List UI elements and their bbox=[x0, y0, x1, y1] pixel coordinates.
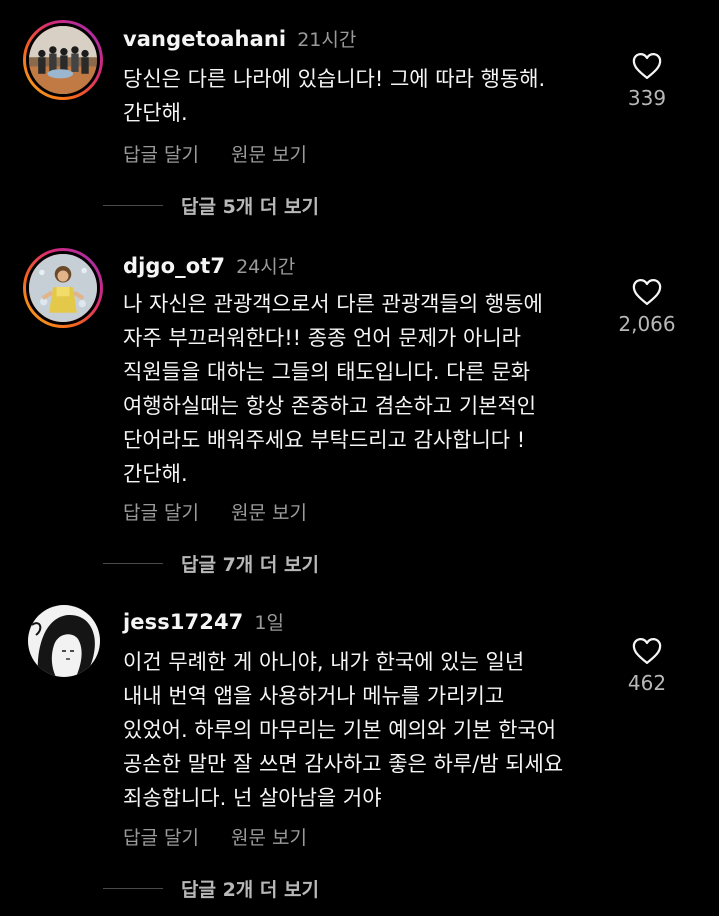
timestamp: 1일 bbox=[254, 612, 284, 634]
comment-header: vangetoahani 21시간 bbox=[123, 25, 356, 52]
comment-text: 나 자신은 관광객으로서 다른 관광객들의 행동에 자주 부끄러워한다!! 종종… bbox=[123, 292, 543, 486]
username[interactable]: vangetoahani bbox=[123, 27, 286, 51]
view-more-replies-label[interactable]: 답글 7개 더 보기 bbox=[181, 550, 319, 577]
reply-button[interactable]: 답글 달기 bbox=[123, 140, 199, 167]
view-more-replies[interactable]: 답글 2개 더 보기 bbox=[103, 875, 319, 902]
username[interactable]: djgo_ot7 bbox=[123, 254, 225, 278]
comment-text: 이건 무례한 게 아니야, 내가 한국에 있는 일년 내내 번역 앱을 사용하거… bbox=[123, 650, 564, 810]
figure-photo-icon bbox=[29, 254, 97, 322]
see-original-button[interactable]: 원문 보기 bbox=[231, 823, 307, 850]
view-more-replies-label[interactable]: 답글 5개 더 보기 bbox=[181, 192, 319, 219]
timestamp: 24시간 bbox=[236, 256, 296, 278]
divider-line bbox=[103, 563, 163, 564]
avatar-image bbox=[26, 23, 100, 97]
see-original-button[interactable]: 원문 보기 bbox=[231, 498, 307, 525]
sketch-portrait-icon bbox=[28, 605, 100, 677]
comment-actions: 답글 달기 원문 보기 bbox=[123, 498, 307, 525]
divider-line bbox=[103, 205, 163, 206]
comment-actions: 답글 달기 원문 보기 bbox=[123, 823, 307, 850]
heart-outline-icon[interactable] bbox=[632, 52, 662, 80]
like-control: 2,066 bbox=[607, 278, 687, 336]
avatar-image bbox=[28, 605, 100, 677]
divider-line bbox=[103, 888, 163, 889]
view-more-replies[interactable]: 답글 7개 더 보기 bbox=[103, 550, 319, 577]
reply-button[interactable]: 답글 달기 bbox=[123, 823, 199, 850]
like-control: 462 bbox=[607, 637, 687, 695]
heart-outline-icon[interactable] bbox=[632, 637, 662, 665]
comment-header: jess17247 1일 bbox=[123, 608, 284, 635]
like-count: 339 bbox=[627, 86, 667, 110]
like-count: 2,066 bbox=[618, 312, 676, 336]
view-more-replies-label[interactable]: 답글 2개 더 보기 bbox=[181, 875, 319, 902]
avatar-image bbox=[26, 251, 100, 325]
avatar-jess17247[interactable] bbox=[28, 605, 100, 677]
reply-button[interactable]: 답글 달기 bbox=[123, 498, 199, 525]
comment-header: djgo_ot7 24시간 bbox=[123, 252, 295, 279]
avatar-djgo_ot7[interactable] bbox=[23, 248, 103, 328]
heart-outline-icon[interactable] bbox=[632, 278, 662, 306]
avatar-vangetoahani[interactable] bbox=[23, 20, 103, 100]
view-more-replies[interactable]: 답글 5개 더 보기 bbox=[103, 192, 319, 219]
like-count: 462 bbox=[627, 671, 667, 695]
comment-text: 당신은 다른 나라에 있습니다! 그에 따라 행동해. 간단해. bbox=[123, 67, 546, 125]
see-original-button[interactable]: 원문 보기 bbox=[231, 140, 307, 167]
group-photo-icon bbox=[29, 26, 97, 94]
comment-actions: 답글 달기 원문 보기 bbox=[123, 140, 307, 167]
username[interactable]: jess17247 bbox=[123, 610, 243, 634]
timestamp: 21시간 bbox=[297, 29, 357, 51]
like-control: 339 bbox=[607, 52, 687, 110]
